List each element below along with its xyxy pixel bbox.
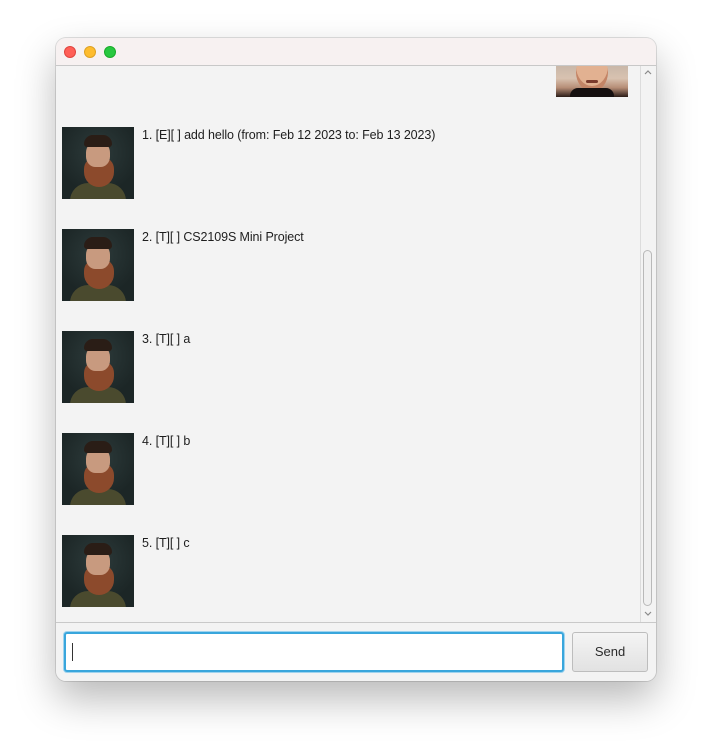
bot-avatar <box>62 433 134 505</box>
scrollbar-thumb[interactable] <box>643 250 652 606</box>
chevron-up-icon[interactable] <box>643 67 653 77</box>
user-input-field[interactable] <box>64 632 564 672</box>
bot-avatar <box>62 127 134 199</box>
bot-message-text: 2. [T][ ] CS2109S Mini Project <box>142 230 304 244</box>
chevron-down-icon-svg <box>644 611 652 616</box>
bot-message-text: 3. [T][ ] a <box>142 332 191 346</box>
input-bar: Send <box>56 622 656 681</box>
send-button[interactable]: Send <box>572 632 648 672</box>
bot-avatar <box>62 331 134 403</box>
maximize-window-button[interactable] <box>104 46 116 58</box>
bot-dialog-box: 4. [T][ ] b <box>62 433 632 505</box>
bot-dialog-box: 3. [T][ ] a <box>62 331 632 403</box>
chevron-up-icon-svg <box>644 70 652 75</box>
avatar-hair <box>84 237 112 249</box>
bot-dialog-box: 1. [E][ ] add hello (from: Feb 12 2023 t… <box>62 127 632 199</box>
bot-message-text: 1. [E][ ] add hello (from: Feb 12 2023 t… <box>142 128 436 142</box>
bot-message-text: 5. [T][ ] c <box>142 536 190 550</box>
user-avatar <box>556 66 628 97</box>
avatar-hair <box>84 441 112 453</box>
chevron-down-icon[interactable] <box>643 609 653 619</box>
avatar-hair <box>84 135 112 147</box>
user-mouth-shape <box>586 80 598 83</box>
bot-dialog-box: 5. [T][ ] c <box>62 535 632 607</box>
dialog-scroll-pane[interactable]: 1. [E][ ] add hello (from: Feb 12 2023 t… <box>56 66 656 622</box>
bot-dialog-box: 2. [T][ ] CS2109S Mini Project <box>62 229 632 301</box>
minimize-window-button[interactable] <box>84 46 96 58</box>
bot-avatar <box>62 535 134 607</box>
bot-avatar <box>62 229 134 301</box>
avatar-hair <box>84 543 112 555</box>
user-collar-shape <box>570 88 614 97</box>
close-window-button[interactable] <box>64 46 76 58</box>
bot-message-text: 4. [T][ ] b <box>142 434 191 448</box>
title-bar <box>56 38 656 66</box>
vertical-scrollbar[interactable] <box>640 66 655 622</box>
app-window: 1. [E][ ] add hello (from: Feb 12 2023 t… <box>56 38 656 681</box>
text-caret <box>72 643 73 661</box>
avatar-hair <box>84 339 112 351</box>
